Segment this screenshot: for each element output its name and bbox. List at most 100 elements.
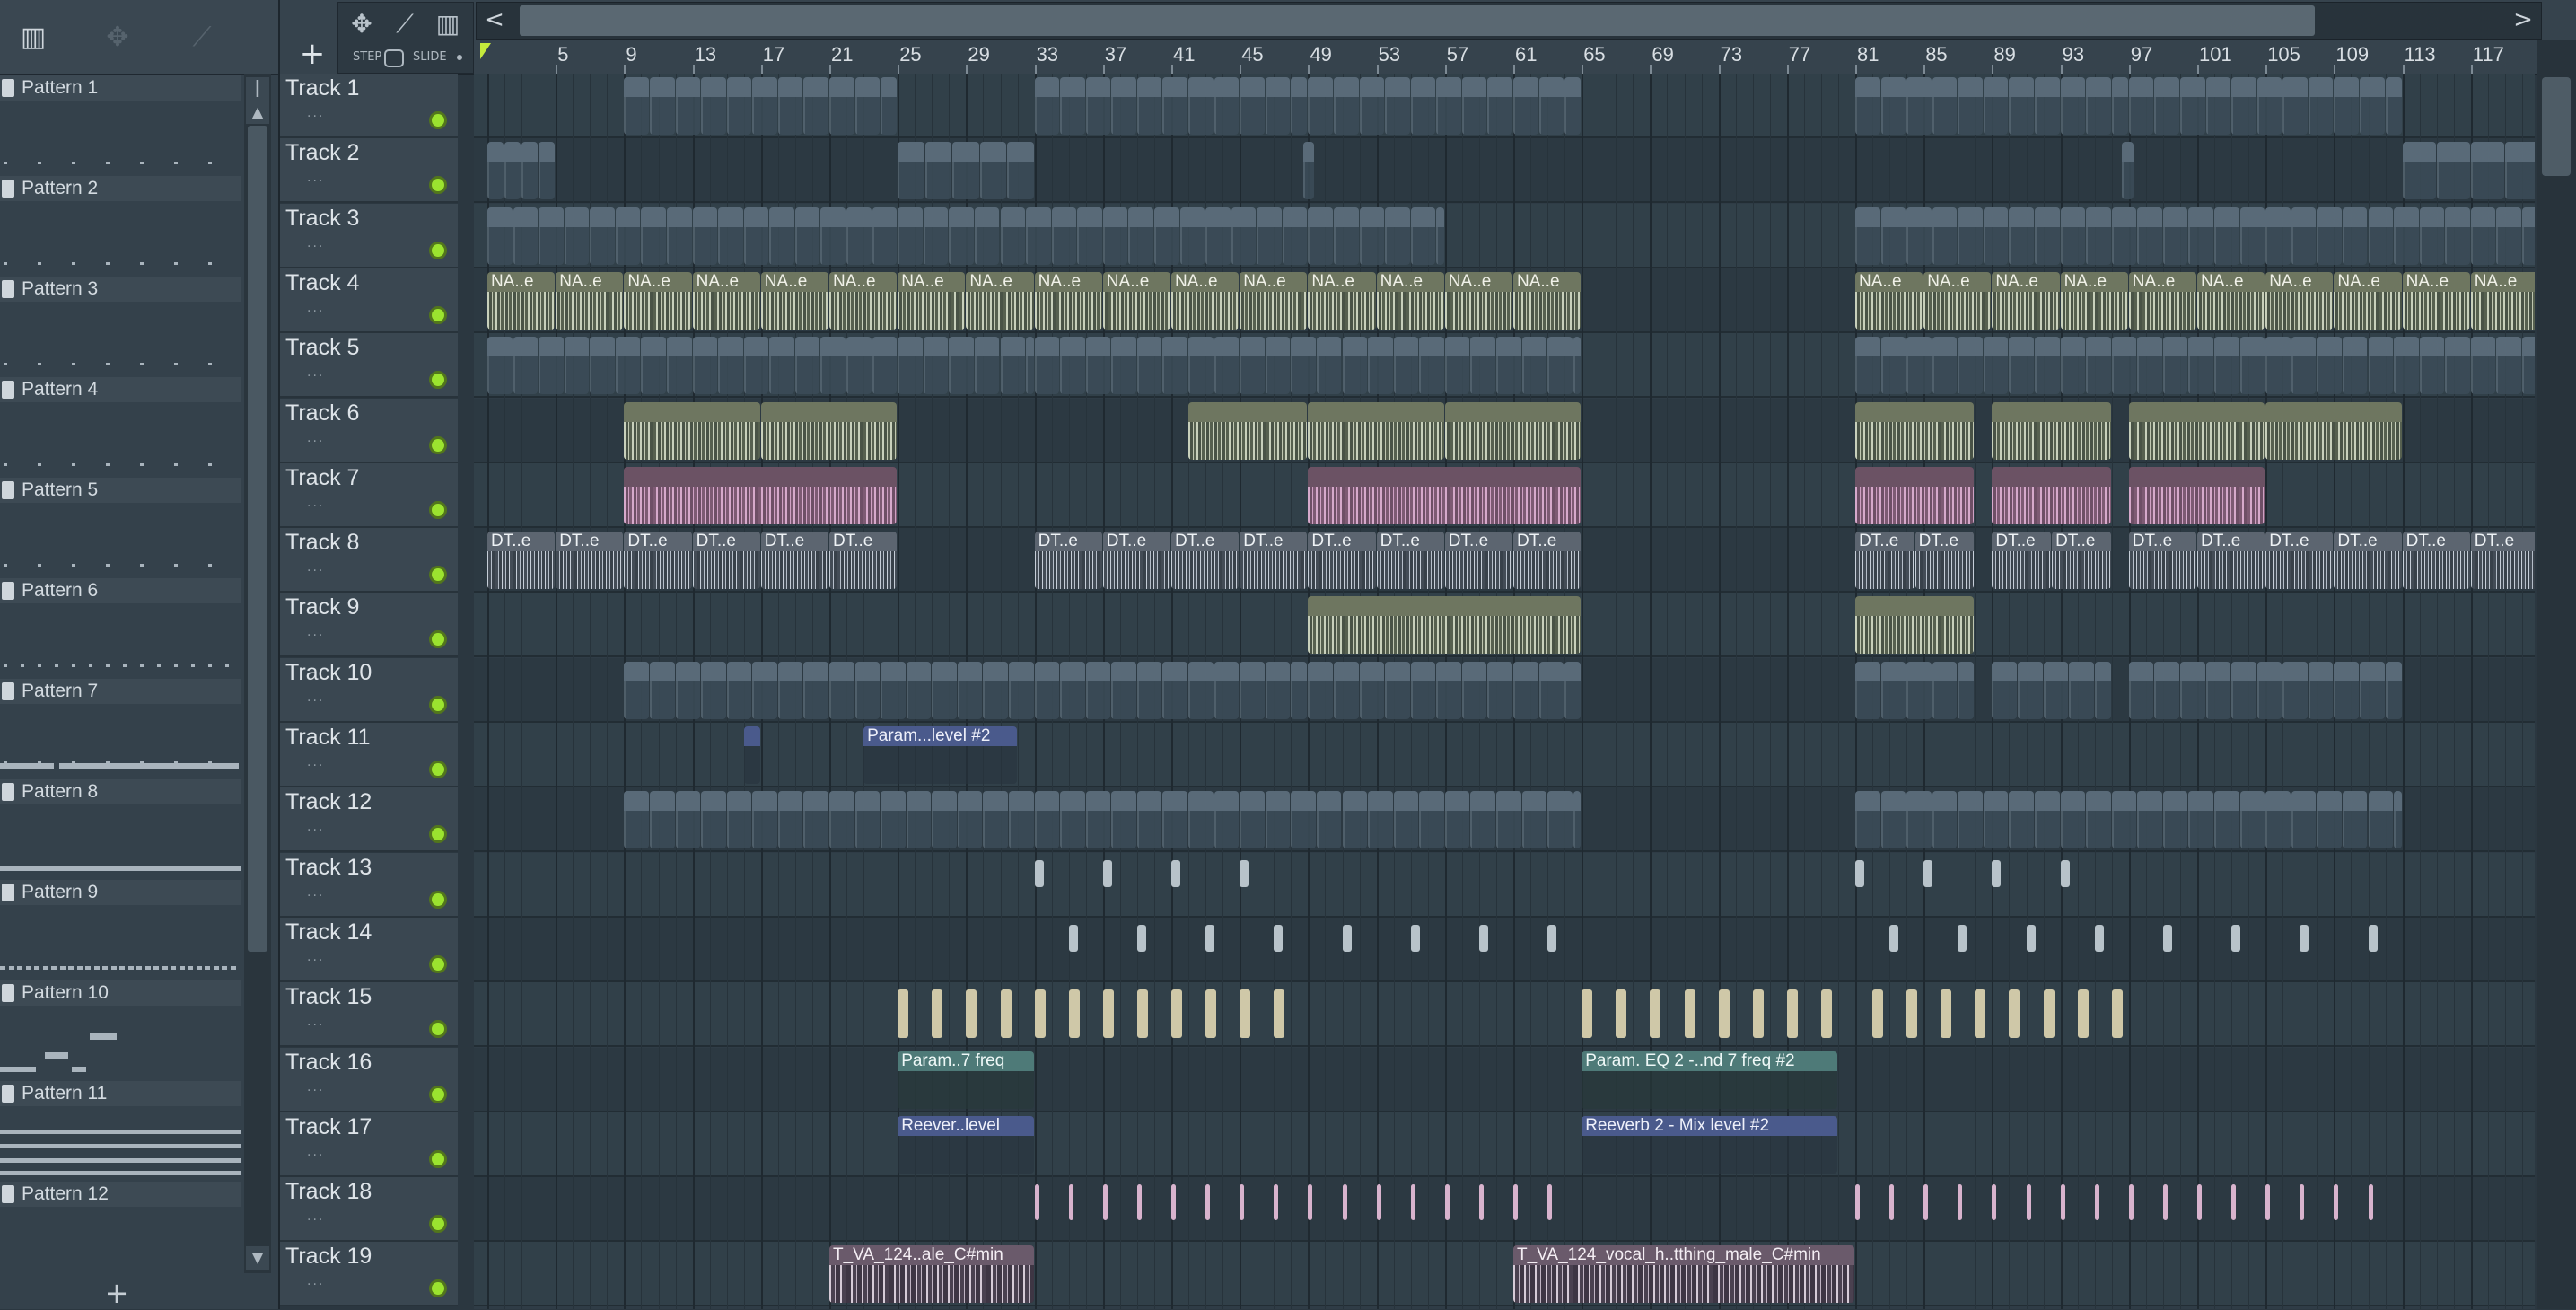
track-lane[interactable]: [474, 1112, 2535, 1177]
playlist-clip[interactable]: [564, 337, 590, 395]
playlist-clip[interactable]: DT..e: [2470, 532, 2535, 590]
track-lane[interactable]: [474, 852, 2535, 918]
playlist-clip[interactable]: Reever..level: [898, 1115, 1034, 1174]
track-mute-led[interactable]: [429, 1279, 447, 1298]
track-header[interactable]: Track 4 ···: [280, 268, 458, 333]
playlist-clip[interactable]: [1188, 77, 1214, 135]
playlist-clip[interactable]: [2060, 337, 2086, 395]
playlist-clip[interactable]: [1214, 337, 1240, 395]
short-clip[interactable]: [1034, 989, 1046, 1039]
short-clip[interactable]: [1958, 924, 1967, 952]
playlist-clip[interactable]: [1291, 337, 1316, 395]
playlist-clip[interactable]: [624, 661, 649, 719]
playlist-clip[interactable]: [1906, 337, 1932, 395]
playlist-clip[interactable]: [2342, 337, 2368, 395]
playlist-clip[interactable]: [1077, 207, 1102, 265]
short-clip[interactable]: [1240, 989, 1251, 1039]
short-clip[interactable]: [1171, 1184, 1176, 1221]
playlist-clip[interactable]: [769, 207, 794, 265]
short-clip[interactable]: [1478, 924, 1488, 952]
playlist-clip[interactable]: [2394, 337, 2419, 395]
playlist-clip[interactable]: [2162, 791, 2188, 849]
playlist-clip[interactable]: [1564, 77, 1582, 135]
pattern-name[interactable]: Pattern 1: [0, 75, 241, 101]
playlist-clip[interactable]: [2017, 661, 2043, 719]
playlist-clip[interactable]: [1547, 791, 1573, 849]
short-clip[interactable]: [2094, 1184, 2099, 1221]
playlist-clip[interactable]: [2239, 791, 2265, 849]
playlist-clip[interactable]: [1026, 337, 1034, 395]
short-clip[interactable]: [2300, 924, 2309, 952]
playlist-clip[interactable]: [957, 661, 983, 719]
playlist-clip[interactable]: NA..e: [898, 271, 966, 330]
playlist-clip[interactable]: DT..e: [2402, 532, 2470, 590]
playlist-clip[interactable]: NA..e: [1444, 271, 1512, 330]
track-mute-led[interactable]: [429, 435, 447, 454]
playlist-clip[interactable]: [2035, 207, 2060, 265]
playlist-clip[interactable]: [701, 77, 726, 135]
short-clip[interactable]: [2077, 989, 2089, 1039]
playlist-clip[interactable]: [2282, 77, 2308, 135]
playlist-clip[interactable]: Param...level #2: [863, 726, 1017, 784]
playlist-clip[interactable]: [1102, 207, 1128, 265]
playlist-clip[interactable]: [1906, 77, 1932, 135]
playlist-clip[interactable]: [2470, 207, 2496, 265]
playlist-clip[interactable]: [1495, 337, 1521, 395]
scroll-down-icon[interactable]: ▼: [246, 1246, 269, 1270]
playlist-clip[interactable]: [2137, 337, 2162, 395]
playlist-clip[interactable]: [1009, 791, 1034, 849]
playlist-clip[interactable]: [803, 791, 828, 849]
playlist-clip[interactable]: [1026, 207, 1051, 265]
playlist-clip[interactable]: [1906, 791, 1932, 849]
playlist-clip[interactable]: [979, 142, 1007, 200]
playlist-clip[interactable]: [2111, 77, 2128, 135]
playlist-clip[interactable]: [1393, 337, 1419, 395]
playlist-clip[interactable]: [2179, 661, 2205, 719]
playlist-clip[interactable]: [2359, 661, 2385, 719]
playlist-clip[interactable]: [1333, 77, 1359, 135]
playlist-clip[interactable]: DT..e: [1914, 532, 1975, 590]
playlist-clip[interactable]: [692, 337, 718, 395]
short-clip[interactable]: [2300, 1184, 2305, 1221]
playlist-clip[interactable]: [983, 661, 1008, 719]
song-overview[interactable]: < >: [476, 2, 2542, 40]
playlist-clip[interactable]: NA..e: [2060, 271, 2128, 330]
playlist-clip[interactable]: [615, 207, 641, 265]
playlist-clip[interactable]: [2342, 791, 2368, 849]
short-clip[interactable]: [2026, 924, 2036, 952]
playlist-clip[interactable]: NA..e: [2402, 271, 2470, 330]
short-clip[interactable]: [1034, 859, 1044, 887]
playlist-clip[interactable]: [1240, 791, 1265, 849]
playlist-clip[interactable]: [2256, 661, 2282, 719]
pattern-item[interactable]: Pattern 1: [0, 74, 241, 174]
track-header[interactable]: Track 2 ···: [280, 138, 458, 204]
playlist-clip[interactable]: [641, 207, 666, 265]
playlist-clip[interactable]: [820, 207, 846, 265]
playlist-clip[interactable]: [1906, 661, 1932, 719]
playlist-clip[interactable]: [1162, 661, 1188, 719]
playlist-clip[interactable]: [1000, 337, 1026, 395]
playlist-clip[interactable]: [1538, 661, 1564, 719]
playlist-clip[interactable]: [2214, 337, 2239, 395]
playlist-clip[interactable]: [718, 337, 743, 395]
playlist-clip[interactable]: DT..e: [1855, 532, 1914, 590]
playlist-clip[interactable]: [2394, 791, 2402, 849]
playlist-clip[interactable]: [2419, 207, 2445, 265]
track-header[interactable]: Track 16 ···: [280, 1047, 458, 1112]
playlist-clip[interactable]: [2154, 77, 2179, 135]
playlist-clip[interactable]: [1538, 77, 1564, 135]
playlist-clip[interactable]: [624, 401, 760, 460]
track-mute-led[interactable]: [429, 695, 447, 714]
pattern-item[interactable]: Pattern 2: [0, 174, 241, 275]
playlist-clip[interactable]: DT..e: [1513, 532, 1582, 590]
pattern-name[interactable]: Pattern 11: [0, 1081, 241, 1106]
playlist-clip[interactable]: [624, 77, 649, 135]
playlist-clip[interactable]: [2009, 207, 2034, 265]
playlist-clip[interactable]: [2205, 77, 2231, 135]
playlist-clip[interactable]: [649, 791, 675, 849]
playlist-clip[interactable]: [2086, 77, 2111, 135]
playlist-clip[interactable]: NA..e: [2334, 271, 2402, 330]
playlist-clip[interactable]: [2317, 207, 2342, 265]
playlist-clip[interactable]: NA..e: [1923, 271, 1992, 330]
track-header[interactable]: Track 6 ···: [280, 398, 458, 463]
